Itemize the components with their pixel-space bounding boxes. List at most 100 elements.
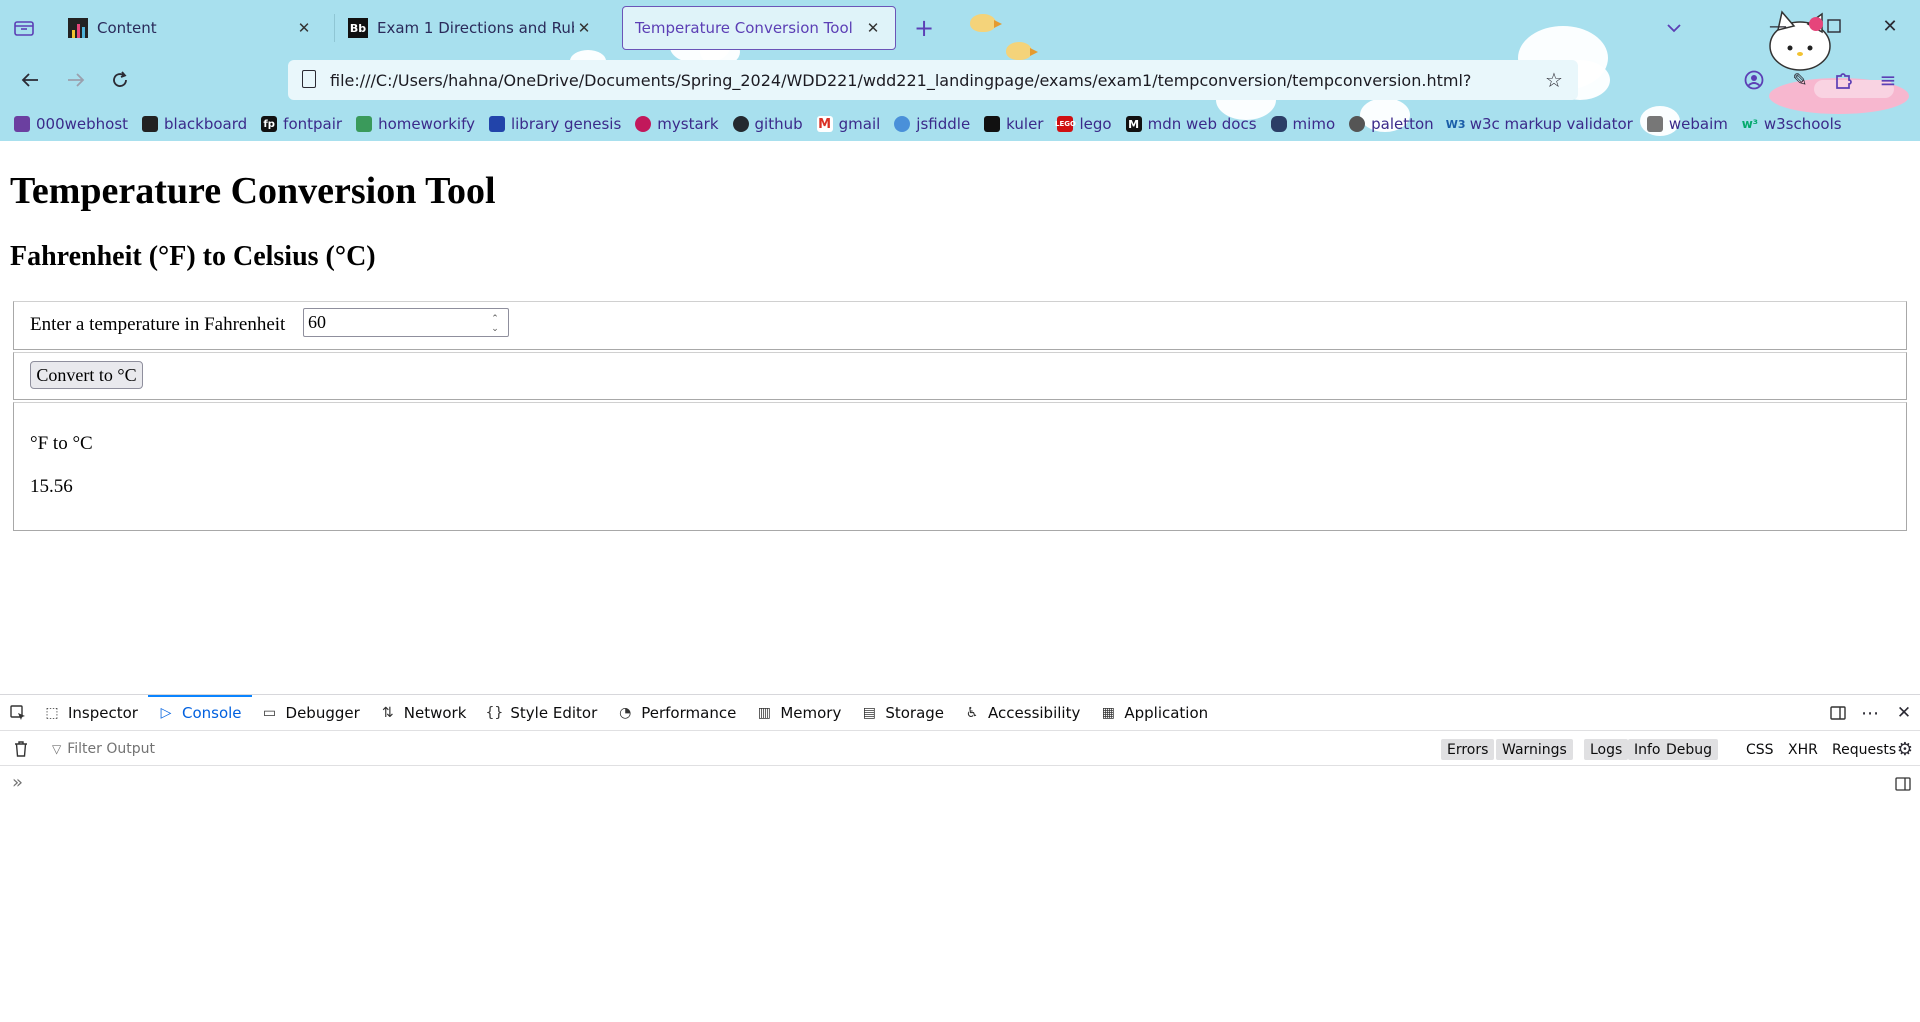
bookmark-label: fontpair (283, 115, 343, 133)
bookmark-mystark[interactable]: mystark (635, 115, 719, 133)
w3c-icon: W3 (1445, 117, 1466, 131)
filter-logs-button[interactable]: Logs (1584, 739, 1629, 760)
tab-divider (334, 14, 335, 42)
tab-list-icon[interactable] (10, 14, 38, 42)
edit-pen-icon[interactable]: ✎ (1786, 66, 1814, 94)
bookmark-label: homeworkify (378, 115, 475, 133)
bookmark-fontpair[interactable]: fp fontpair (261, 115, 342, 133)
bookmark-github[interactable]: github (732, 115, 803, 133)
tab-overflow-chevron-icon[interactable] (1660, 14, 1688, 42)
bookmark-jsfiddle[interactable]: jsfiddle (894, 115, 970, 133)
filter-warnings-button[interactable]: Warnings (1496, 739, 1573, 760)
devtools-tab-console[interactable]: ▷ Console (147, 694, 252, 731)
webaim-icon (1646, 116, 1663, 132)
bookmark-webaim[interactable]: webaim (1646, 115, 1728, 133)
navigation-bar: file:///C:/Users/hahna/OneDrive/Document… (0, 56, 1920, 106)
bookmark-w3c-markup-validator[interactable]: W3 w3c markup validator (1445, 115, 1633, 133)
devtools-tab-storage[interactable]: ▤ Storage (851, 695, 954, 731)
console-input-prompt[interactable]: » (12, 772, 23, 793)
devtools-tab-label: Network (403, 703, 467, 722)
tab-temperature-tool[interactable]: Temperature Conversion Tool ✕ (622, 6, 896, 50)
page-content: Temperature Conversion Tool Fahrenheit (… (0, 141, 1920, 694)
reload-icon[interactable] (106, 66, 134, 94)
bookmark-label: w3schools (1763, 115, 1842, 133)
devtools-tab-accessibility[interactable]: ♿ Accessibility (954, 695, 1090, 731)
inspector-icon: ⬚ (45, 704, 59, 721)
extensions-puzzle-icon[interactable] (1830, 66, 1858, 94)
bookmark-label: w3c markup validator (1469, 115, 1633, 133)
new-tab-icon[interactable]: + (910, 14, 938, 42)
devtools-tab-performance[interactable]: ◔ Performance (607, 695, 746, 731)
bookmark-label: 000webhost (36, 115, 129, 133)
close-tab-icon[interactable]: ✕ (574, 19, 594, 37)
bookmark-kuler[interactable]: kuler (984, 115, 1043, 133)
fahrenheit-input-label: Enter a temperature in Fahrenheit (30, 314, 286, 335)
tab-title: Content (97, 19, 157, 37)
kuler-icon (984, 116, 1001, 132)
bookmark-gmail[interactable]: Mgmail (816, 115, 880, 133)
devtools-close-icon[interactable]: ✕ (1892, 701, 1916, 725)
filter-css-button[interactable]: CSS (1740, 739, 1780, 760)
bookmark-homeworkify[interactable]: homeworkify (356, 115, 475, 133)
bookmark-star-icon[interactable]: ☆ (1542, 68, 1566, 92)
minimize-window-icon[interactable]: — (1764, 12, 1792, 40)
devtools-tab-style-editor[interactable]: {} Style Editor (476, 695, 607, 731)
memory-icon: ▥ (757, 704, 771, 721)
fahrenheit-input-value: 60 (308, 312, 326, 332)
back-arrow-icon[interactable] (16, 66, 44, 94)
element-picker-button[interactable] (0, 695, 34, 731)
fahrenheit-input[interactable]: 60 ⌃ ⌄ (303, 308, 509, 337)
tab-content[interactable]: Content ✕ (56, 6, 326, 50)
maximize-window-icon[interactable] (1820, 12, 1848, 40)
filter-xhr-button[interactable]: XHR (1782, 739, 1824, 760)
filter-output-input[interactable]: ▽ Filter Output (52, 739, 452, 759)
close-tab-icon[interactable]: ✕ (294, 19, 314, 37)
devtools-tab-network[interactable]: ⇅ Network (370, 695, 477, 731)
devtools-tab-application[interactable]: ▦ Application (1090, 695, 1218, 731)
devtools-tab-label: Inspector (68, 703, 138, 722)
convert-button[interactable]: Convert to °C (30, 361, 143, 389)
spinner-up-icon[interactable]: ⌃ (491, 313, 499, 323)
content-chart-icon (68, 18, 88, 38)
forward-arrow-icon[interactable] (62, 66, 90, 94)
mdn-icon: M (1125, 116, 1142, 132)
fontpair-icon: fp (261, 116, 278, 132)
tab-exam-rubric[interactable]: Bb Exam 1 Directions and Rubric.pdf ✕ (336, 6, 606, 50)
bookmark-w3schools[interactable]: w³ w3schools (1742, 115, 1842, 133)
number-spinner[interactable]: ⌃ ⌄ (486, 312, 504, 334)
devtools-tab-label: Console (181, 703, 242, 722)
devtools-tab-inspector[interactable]: ⬚ Inspector (34, 695, 148, 731)
close-window-icon[interactable]: ✕ (1876, 12, 1904, 40)
result-fieldset: °F to °C 15.56 (13, 402, 1907, 531)
app-menu-hamburger-icon[interactable]: ≡ (1874, 66, 1902, 94)
bookmark-000webhost[interactable]: 000webhost (14, 115, 128, 133)
clear-console-trash-icon[interactable] (10, 738, 32, 760)
devtools-tab-debugger[interactable]: ▭ Debugger (252, 695, 370, 731)
bookmark-lego[interactable]: LEGO lego (1055, 115, 1112, 133)
account-icon[interactable] (1740, 66, 1768, 94)
sidebar-toggle-icon[interactable] (1892, 773, 1914, 795)
devtools-panel: ⬚ Inspector ▷ Console ▭ Debugger ⇅ Network {… (0, 694, 1920, 1022)
console-settings-gear-icon[interactable]: ⚙ (1894, 738, 1916, 760)
element-picker-icon (10, 704, 26, 721)
page-document-icon (302, 70, 316, 88)
bookmark-blackboard[interactable]: blackboard (142, 115, 247, 133)
bookmark-paletton[interactable]: paletton (1349, 115, 1434, 133)
filter-requests-button[interactable]: Requests (1826, 739, 1902, 760)
dock-side-icon[interactable] (1826, 701, 1850, 725)
homeworkify-books-icon (356, 116, 373, 132)
url-bar[interactable]: file:///C:/Users/hahna/OneDrive/Document… (288, 60, 1578, 100)
devtools-more-options-icon[interactable]: ⋯ (1858, 701, 1882, 725)
bookmark-mimo[interactable]: mimo (1270, 115, 1335, 133)
spinner-down-icon[interactable]: ⌄ (491, 323, 499, 333)
filter-debug-button[interactable]: Debug (1660, 739, 1719, 760)
close-tab-icon[interactable]: ✕ (863, 19, 883, 37)
devtools-tab-label: Debugger (285, 703, 360, 722)
filter-errors-button[interactable]: Errors (1441, 739, 1495, 760)
bookmark-library-genesis[interactable]: library genesis (488, 115, 621, 133)
w3schools-icon: w³ (1741, 117, 1759, 131)
devtools-tab-memory[interactable]: ▥ Memory (746, 695, 851, 731)
style-editor-icon: {} (485, 704, 504, 721)
bookmark-mdn-web-docs[interactable]: Mmdn web docs (1125, 115, 1257, 133)
filter-placeholder: Filter Output (67, 741, 155, 757)
